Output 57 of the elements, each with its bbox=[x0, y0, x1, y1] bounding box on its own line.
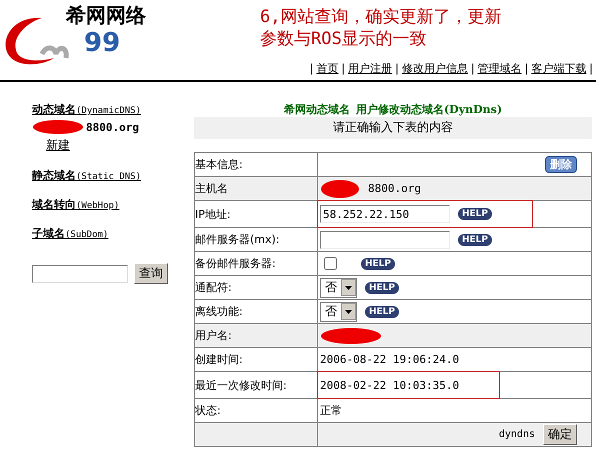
caret-icon bbox=[341, 303, 356, 320]
nav-separator: | bbox=[395, 62, 399, 75]
search-field[interactable] bbox=[32, 264, 128, 282]
field-value: 2006-08-22 19:06:24.0 bbox=[320, 353, 460, 366]
field-label: 主机名 bbox=[195, 182, 228, 195]
field-label: 备份邮件服务器: bbox=[195, 257, 276, 270]
annotation-text: 6,网站查询，确实更新了，更新 bbox=[260, 6, 502, 28]
field-label: 最近一次修改时间: bbox=[195, 378, 287, 392]
nav-separator: | bbox=[470, 62, 475, 75]
nav-link[interactable]: 用户注册 bbox=[348, 62, 392, 75]
field-value: 正常 bbox=[320, 403, 342, 418]
nav-separator: | bbox=[341, 62, 346, 75]
logo-number: 99 bbox=[83, 28, 122, 58]
dropdown[interactable]: 否 bbox=[320, 302, 357, 322]
annotation-text: 参数与ROS显示的一致 bbox=[260, 28, 428, 50]
host-name: 8800.org bbox=[368, 182, 421, 195]
field-label: 创建时间: bbox=[195, 353, 243, 366]
redaction-mark bbox=[320, 178, 360, 198]
field-label: 用户名: bbox=[195, 329, 232, 342]
confirm-button[interactable]: 确定 bbox=[543, 424, 577, 445]
field-value: 2008-02-22 10:03:35.0 bbox=[320, 378, 460, 392]
nav-link[interactable]: 首页 bbox=[316, 62, 338, 75]
caret-icon bbox=[341, 279, 356, 296]
help-button[interactable]: HELP bbox=[458, 234, 492, 246]
new-link[interactable]: 新建 bbox=[46, 137, 192, 154]
nav-separator: | bbox=[524, 62, 528, 75]
nav-separator: | bbox=[310, 62, 314, 75]
sidebar-link[interactable]: 域名转向(WebHop) bbox=[32, 198, 120, 211]
nav-link[interactable]: 客户端下载 bbox=[531, 62, 586, 75]
form-title: 希网动态域名 bbox=[284, 103, 350, 116]
text-field[interactable]: 58.252.22.150 bbox=[320, 205, 450, 223]
domain-link[interactable]: 8800.org bbox=[86, 120, 139, 134]
field-label: 基本信息: bbox=[195, 158, 243, 171]
dropdown[interactable]: 否 bbox=[320, 278, 357, 298]
field-label: 离线功能: bbox=[195, 305, 243, 318]
field-label: 通配符: bbox=[195, 281, 232, 294]
help-button[interactable]: HELP bbox=[365, 282, 400, 294]
field-label: IP地址: bbox=[195, 208, 231, 220]
search-button[interactable]: 查询 bbox=[134, 263, 168, 284]
checkbox[interactable] bbox=[324, 257, 337, 270]
help-button[interactable]: HELP bbox=[458, 208, 492, 220]
redaction-mark bbox=[320, 326, 382, 344]
help-button[interactable]: HELP bbox=[361, 258, 396, 270]
field-label: 邮件服务器(mx): bbox=[195, 233, 280, 246]
nav-link[interactable]: 修改用户信息 bbox=[402, 62, 468, 75]
form-subtitle: 请正确输入下表的内容 bbox=[194, 117, 592, 139]
redaction-mark bbox=[32, 119, 84, 135]
text-field[interactable] bbox=[320, 230, 450, 248]
help-button[interactable]: HELP bbox=[365, 306, 400, 318]
sidebar-link[interactable]: 子域名(SubDom) bbox=[32, 227, 108, 240]
field-value: dyndns bbox=[498, 429, 535, 440]
nav-link[interactable]: 管理域名 bbox=[478, 62, 522, 75]
form-heading: 用户修改动态域名(DynDns) bbox=[356, 103, 502, 116]
delete-button[interactable]: 删除 bbox=[545, 156, 577, 173]
logo-name: 希网网络 bbox=[66, 2, 146, 28]
nav-separator: | bbox=[589, 62, 593, 75]
field-label: 状态: bbox=[195, 404, 221, 417]
